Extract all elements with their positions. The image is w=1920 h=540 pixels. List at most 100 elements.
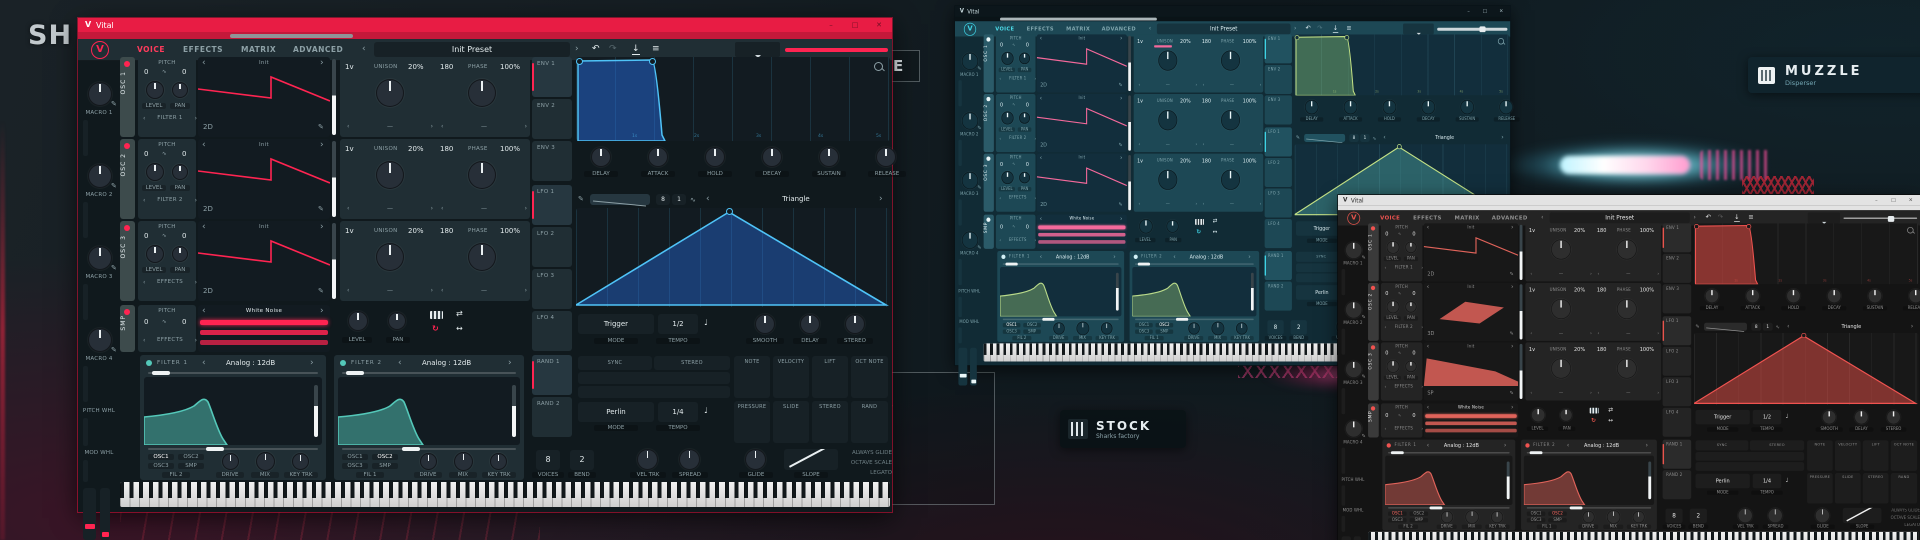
osc2-unison-knob[interactable] (376, 161, 404, 189)
mod-source-stereo[interactable]: STEREO (1862, 473, 1889, 504)
lfo-grid-x[interactable]: 8 (1349, 133, 1359, 142)
filter1-input-fil2[interactable]: FIL 2 (1398, 524, 1419, 529)
osc1-tune[interactable]: 0 (182, 68, 186, 76)
rand-stereo-toggle[interactable]: STEREO (654, 356, 730, 370)
next-preset-arrow[interactable]: › (1693, 214, 1696, 221)
env-sustain-knob[interactable] (1867, 288, 1883, 304)
macro2-knob[interactable] (1345, 300, 1363, 319)
osc2-transpose[interactable]: 0 (1000, 102, 1003, 108)
filter2-cutoff-slider[interactable] (1135, 317, 1254, 321)
filter2-input-smp[interactable]: SMP (1155, 329, 1174, 334)
osc2-tune[interactable]: 0 (1026, 102, 1029, 108)
env-release-knob[interactable] (876, 147, 896, 167)
osc3-view-mode[interactable]: 2D (203, 287, 213, 295)
tab-lfo1[interactable]: LFO 1 (1662, 316, 1692, 346)
mod-source-slide[interactable]: SLIDE (1834, 473, 1861, 504)
osc1-wave-edit-icon[interactable]: ✎ (1119, 82, 1123, 88)
tab-lfo2[interactable]: LFO 2 (1264, 157, 1292, 188)
osc3-unison-knob[interactable] (1158, 169, 1178, 190)
smp-keytrack-icon[interactable] (1589, 407, 1599, 414)
lfo-mode-select[interactable]: Trigger (578, 314, 654, 334)
lfo-grid-x[interactable]: 8 (1751, 322, 1762, 331)
filter1-keytrack-knob[interactable] (1100, 322, 1113, 335)
envelope-display[interactable]: 1s 2s 3s 4s 5s (1294, 34, 1509, 96)
lfo-smooth-knob[interactable] (755, 314, 775, 334)
smp-random-phase-icon[interactable]: ⇄ (456, 310, 463, 318)
octave-scale-toggle[interactable]: OCTAVE SCALE (832, 460, 892, 466)
lfo-shape-name[interactable]: Triangle (716, 195, 876, 203)
lfo-display[interactable] (1692, 332, 1919, 405)
osc1-unison-spinner[interactable]: ‹ — › (344, 123, 436, 130)
env-attack-knob[interactable] (648, 147, 668, 167)
filter1-type[interactable]: Analog : 12dB (1056, 254, 1090, 260)
rand-row[interactable] (1695, 452, 1805, 461)
macro4-edit-icon[interactable]: ✎ (111, 346, 117, 354)
mod-source-stereo[interactable]: STEREO (812, 401, 848, 443)
osc2-route-spinner[interactable]: ‹ FILTER 2 › (1382, 325, 1425, 330)
tab-lfo4[interactable]: LFO 4 (532, 311, 572, 351)
osc1-tune[interactable]: 0 (1026, 42, 1029, 48)
osc1-pan-knob[interactable] (172, 82, 188, 98)
tab-env2[interactable]: ENV 2 (1662, 253, 1692, 283)
filter2-type[interactable]: Analog : 12dB (422, 359, 471, 367)
osc3-tune[interactable]: 0 (182, 232, 186, 240)
osc2-level-knob[interactable] (1386, 300, 1400, 314)
macro2-edit-icon[interactable]: ✎ (111, 182, 117, 190)
osc1-level-meter[interactable] (1519, 224, 1523, 280)
osc3-tune[interactable]: 0 (1412, 350, 1415, 356)
filter2-mix-knob[interactable] (1211, 321, 1225, 336)
env-decay-knob[interactable] (1421, 99, 1436, 115)
tab-effects[interactable]: EFFECTS (183, 45, 223, 54)
osc1-tab[interactable]: OSC 1 (983, 34, 994, 93)
smp-keytrack-icon[interactable] (430, 311, 443, 319)
filter1-morph-slider[interactable] (148, 371, 318, 375)
osc2-view-mode[interactable]: 3D (1427, 331, 1434, 337)
filter2-enable-dot[interactable] (1525, 443, 1530, 448)
mod-source-note[interactable]: NOTE (1807, 440, 1833, 471)
filter1-drive-knob[interactable] (1053, 322, 1065, 335)
filter1-morph-slider[interactable] (1388, 451, 1510, 455)
osc3-wave-edit-icon[interactable]: ✎ (1510, 390, 1514, 396)
glide-slope-display[interactable] (784, 449, 838, 470)
osc1-waveform-display[interactable]: ‹ Init › 2D ✎ (1036, 34, 1127, 93)
macro3-edit-icon[interactable]: ✎ (111, 264, 117, 272)
env-attack-handle[interactable] (576, 58, 583, 65)
envelope-display[interactable]: 1s 2s 3s 4s 5s (1694, 223, 1919, 285)
note-icon[interactable]: ♩ (1786, 413, 1789, 420)
osc1-unison-spinner[interactable]: ‹ — › (1528, 271, 1594, 276)
osc1-route-spinner[interactable]: ‹ FILTER 1 › (140, 115, 200, 122)
smp-random-phase-icon[interactable]: ⇄ (1608, 407, 1613, 413)
osc3-view-mode[interactable]: SP (1427, 390, 1433, 396)
filter1-input-osc2[interactable]: OSC2 (1409, 511, 1429, 516)
tab-rand1[interactable]: RAND 1 (1662, 439, 1692, 469)
rand-tempo-select[interactable]: 1/4 (658, 402, 698, 422)
osc2-phase-knob[interactable] (1616, 298, 1637, 320)
undo-icon[interactable]: ↶ (1306, 25, 1311, 32)
lfo-peak-handle[interactable] (726, 208, 733, 215)
envelope-display[interactable]: 1s 2s 3s 4s 5s (576, 57, 890, 142)
minimize-button[interactable]: – (1873, 197, 1880, 204)
filter1-morph-thumb[interactable] (1390, 451, 1404, 455)
filter1-enable-dot[interactable] (1386, 443, 1391, 448)
voices-value[interactable]: 8 (536, 450, 560, 470)
tab-env1[interactable]: ENV 1 (1264, 34, 1292, 64)
lfo-draw-icon[interactable]: ✎ (1296, 135, 1300, 141)
mod-source-velocity[interactable]: VELOCITY (1834, 440, 1861, 471)
smp-tab[interactable]: SMP (120, 305, 135, 352)
filter2-type[interactable]: Analog : 12dB (1584, 443, 1619, 449)
osc3-waveform-display[interactable]: ‹ Init › 2D ✎ (198, 221, 330, 301)
osc1-phase-rand[interactable]: 100% (1243, 39, 1257, 45)
undo-icon[interactable]: ↶ (592, 44, 600, 54)
window-titlebar[interactable]: V Vital – □ ✕ (78, 18, 892, 32)
tab-advanced[interactable]: ADVANCED (293, 45, 343, 54)
glide-slope-display[interactable] (1842, 507, 1882, 524)
mod-wheel[interactable] (970, 347, 977, 386)
env-release-knob[interactable] (1908, 288, 1920, 304)
osc1-phase-value[interactable]: 180 (1597, 228, 1607, 234)
osc1-unison-detune[interactable]: 20% (408, 63, 424, 71)
lfo-delay-knob[interactable] (800, 314, 820, 334)
osc2-wave-edit-icon[interactable]: ✎ (318, 205, 324, 213)
smp-route-spinner[interactable]: ‹ EFFECTS › (997, 238, 1038, 243)
lfo-draw-icon[interactable]: ✎ (578, 195, 584, 203)
mod-source-note[interactable]: NOTE (734, 356, 770, 398)
